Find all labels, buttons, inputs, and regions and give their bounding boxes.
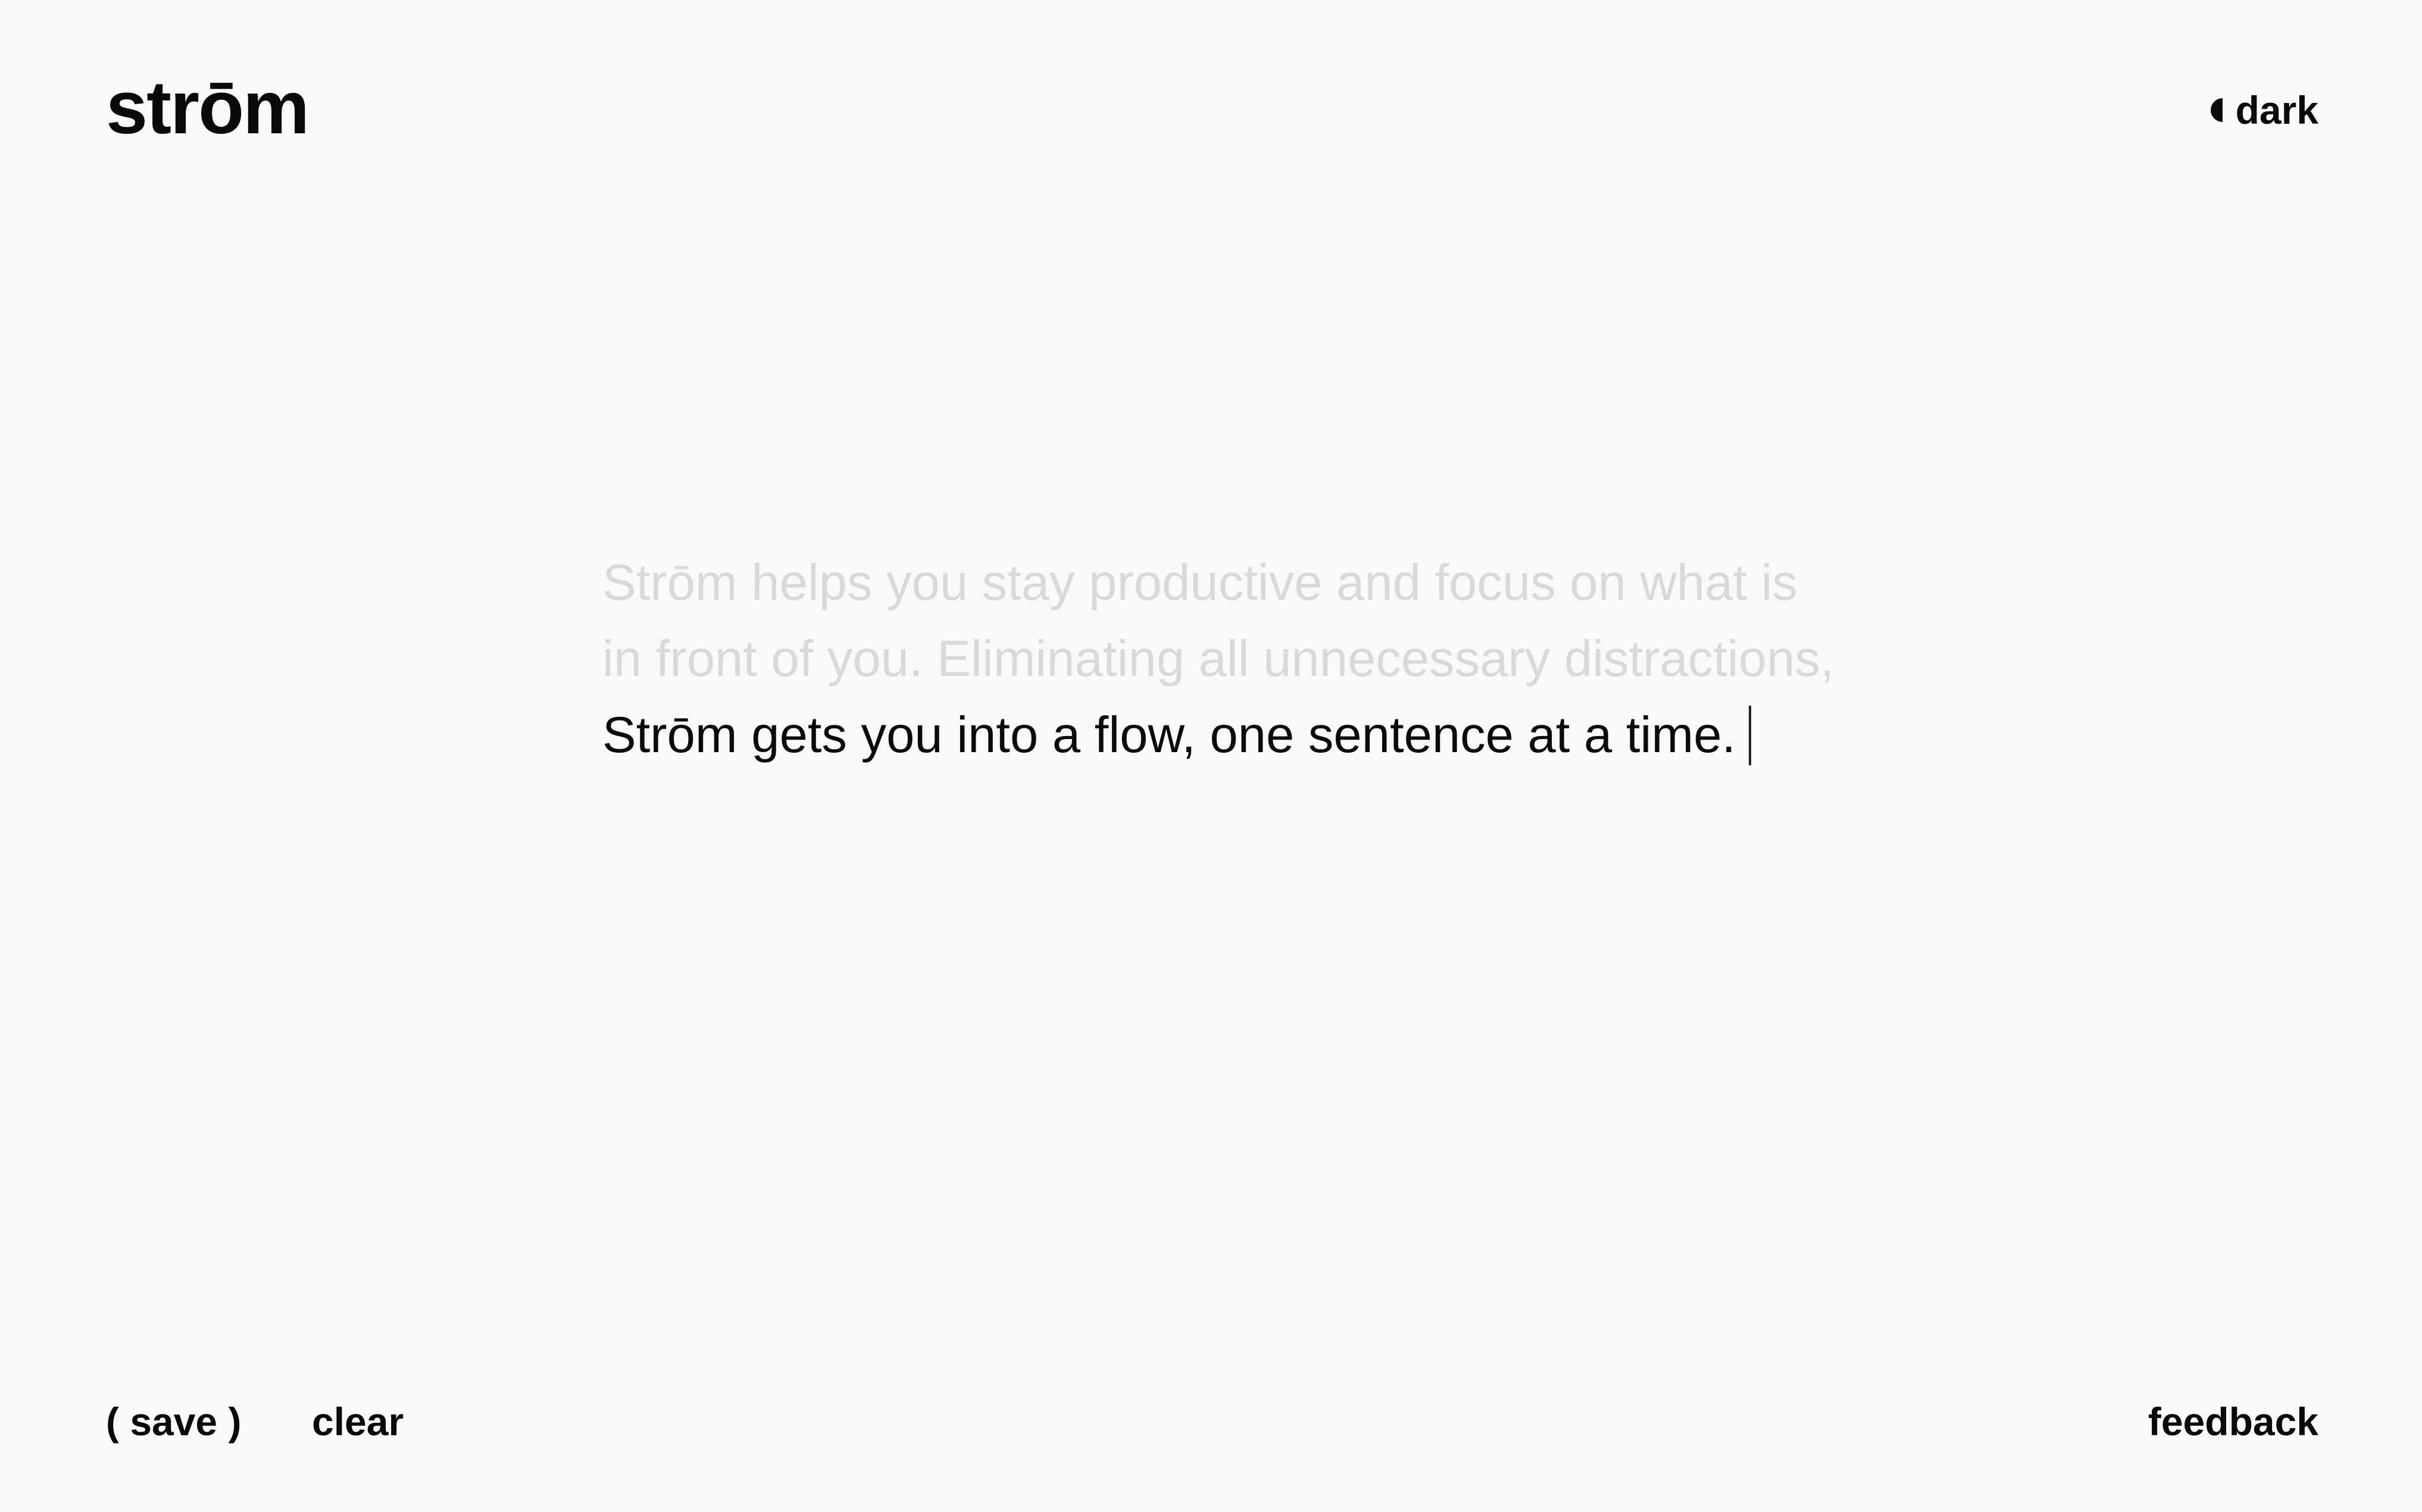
- app-logo: strōm: [106, 65, 310, 149]
- previous-line: Strōm helps you stay productive and focu…: [602, 555, 1798, 611]
- writing-editor[interactable]: Strōm helps you stay productive and focu…: [602, 545, 1852, 774]
- half-moon-icon: [2210, 98, 2223, 122]
- theme-toggle-button[interactable]: dark: [2210, 90, 2318, 130]
- previous-line: in front of you. Eliminating all unneces…: [602, 631, 1835, 687]
- save-button[interactable]: ( save ): [106, 1402, 241, 1441]
- text-caret: [1749, 706, 1752, 765]
- clear-button[interactable]: clear: [312, 1402, 404, 1441]
- feedback-link[interactable]: feedback: [2148, 1402, 2318, 1441]
- theme-toggle-label: dark: [2235, 88, 2318, 132]
- current-line[interactable]: Strōm gets you into a flow, one sentence…: [602, 697, 1736, 774]
- current-line-row[interactable]: Strōm gets you into a flow, one sentence…: [602, 697, 1852, 774]
